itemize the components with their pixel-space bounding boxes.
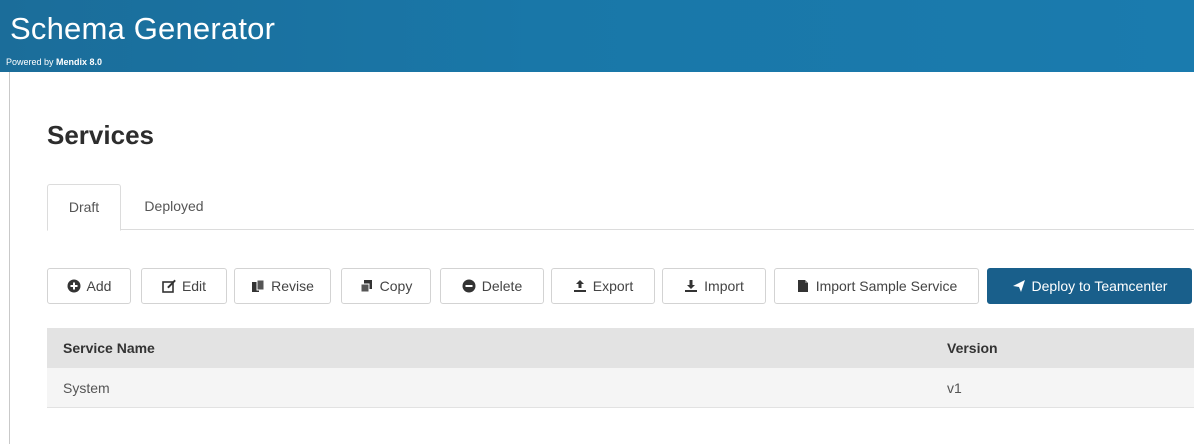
column-header-version[interactable]: Version (947, 328, 998, 368)
tab-deployed[interactable]: Deployed (129, 184, 219, 230)
add-label: Add (86, 278, 112, 294)
app-title: Schema Generator (10, 11, 276, 46)
edit-icon (162, 279, 176, 293)
edit-button[interactable]: Edit (141, 268, 227, 304)
delete-button[interactable]: Delete (440, 268, 544, 304)
import-sample-service-label: Import Sample Service (815, 278, 958, 294)
revise-button[interactable]: Revise (234, 268, 331, 304)
powered-by-prefix: Powered by (6, 57, 54, 67)
table-row[interactable]: System v1 (47, 368, 1194, 408)
service-name-cell: System (63, 380, 110, 396)
export-button[interactable]: Export (551, 268, 655, 304)
app-header: Schema Generator Powered by Mendix 8.0 (0, 0, 1194, 72)
edit-label: Edit (181, 278, 207, 294)
import-label: Import (704, 278, 744, 294)
export-label: Export (592, 278, 634, 294)
copy-icon (360, 279, 374, 293)
revise-icon (251, 279, 265, 293)
deploy-to-teamcenter-button[interactable]: Deploy to Teamcenter (987, 268, 1192, 304)
page-title: Services (47, 120, 154, 150)
copy-label: Copy (379, 278, 413, 294)
delete-label: Delete (481, 278, 523, 294)
tab-bar: Draft Deployed (47, 184, 1194, 231)
export-icon (573, 279, 587, 293)
file-icon (796, 279, 810, 293)
copy-button[interactable]: Copy (341, 268, 431, 304)
version-cell: v1 (947, 380, 962, 396)
delete-circle-icon (462, 279, 476, 293)
import-icon (684, 279, 698, 293)
column-header-service-name[interactable]: Service Name (63, 328, 155, 368)
send-icon (1012, 279, 1026, 293)
import-button[interactable]: Import (662, 268, 766, 304)
deploy-to-teamcenter-label: Deploy to Teamcenter (1031, 278, 1168, 294)
tab-draft[interactable]: Draft (47, 184, 121, 231)
import-sample-service-button[interactable]: Import Sample Service (774, 268, 979, 304)
content-left-border (9, 72, 10, 444)
revise-label: Revise (271, 278, 314, 294)
add-button[interactable]: Add (47, 268, 131, 304)
plus-circle-icon (67, 279, 81, 293)
powered-by-brand: Mendix 8.0 (56, 57, 103, 67)
table-header: Service Name Version (47, 328, 1194, 368)
powered-by: Powered by Mendix 8.0 (6, 56, 102, 68)
